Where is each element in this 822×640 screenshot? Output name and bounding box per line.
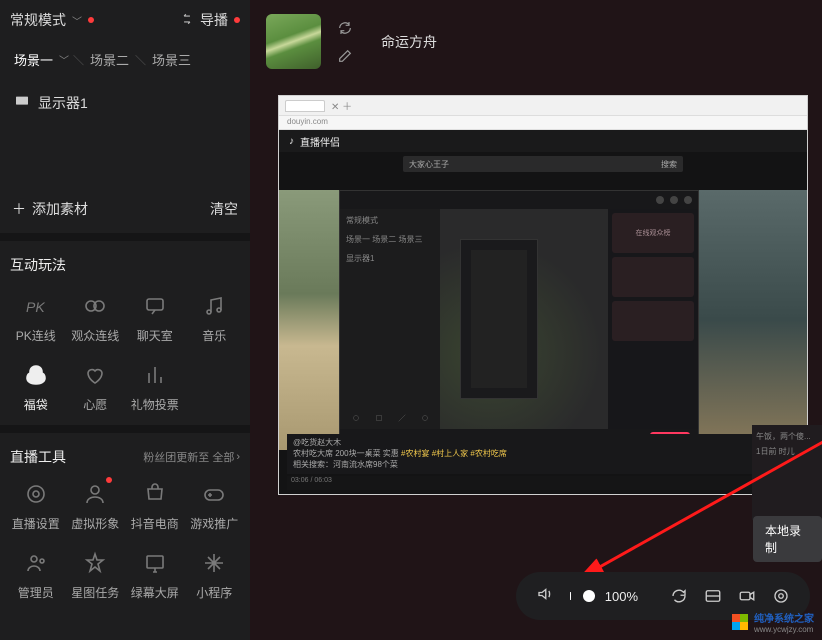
plus-icon: ＋ (12, 199, 26, 219)
nested-window: 常规模式 场景一 场景二 场景三 显示器1 在线观众榜 (339, 190, 699, 450)
search-bar: 大家心王子搜索 (403, 156, 683, 172)
svg-text:PK: PK (26, 299, 45, 315)
interactive-section-title: 互动玩法 (6, 245, 244, 283)
grid-item-gift-vote[interactable]: 礼物投票 (125, 352, 185, 421)
layout-icon[interactable] (704, 585, 722, 607)
refresh-icon[interactable] (335, 18, 355, 38)
source-label: 显示器1 (38, 93, 88, 113)
mode-selector[interactable]: 常规模式 ﹀ (10, 10, 94, 30)
grid-item-lucky-bag[interactable]: 福袋 (6, 352, 66, 421)
scene-tab-2[interactable]: 场景二 (88, 46, 131, 73)
left-sidebar: 常规模式 ﹀ 导播 场景一 ﹀ ＼ 场景二 ＼ 场景三 显示器1 ＋ 添加素材 … (0, 0, 250, 640)
grid-item-admin[interactable]: 管理员 (6, 540, 66, 609)
chevron-down-icon: ﹀ (72, 13, 82, 28)
grid-item-music[interactable]: 音乐 (185, 283, 245, 352)
source-item-monitor[interactable]: 显示器1 (12, 87, 238, 119)
target-icon[interactable] (772, 585, 790, 607)
preview-area: 命运方舟 ✕ ＋ douyin.com ♪直播伴侣 大家心王子搜索 常规模式 场… (250, 0, 822, 640)
grid-item-live-settings[interactable]: 直播设置 (6, 471, 66, 540)
source-list: 显示器1 (6, 79, 244, 119)
preview-capture: ✕ ＋ douyin.com ♪直播伴侣 大家心王子搜索 常规模式 场景一 场景… (278, 95, 808, 495)
interactive-grid: PKPK连线 观众连线 聊天室 音乐 福袋 心愿 礼物投票 (6, 283, 244, 421)
scene-tab-1[interactable]: 场景一 (12, 46, 55, 73)
scene-tabs: 场景一 ﹀ ＼ 场景二 ＼ 场景三 (6, 40, 244, 79)
chevron-right-icon: › (236, 451, 240, 463)
grid-item-star-tasks[interactable]: 星图任务 (66, 540, 126, 609)
broadcast-toggle[interactable]: 导播 (180, 10, 240, 30)
video-timeline: 03:06 / 06:03 (287, 476, 799, 490)
grid-item-ecommerce[interactable]: 抖音电商 (125, 471, 185, 540)
grid-item-virtual-avatar[interactable]: 虚拟形象 (66, 471, 126, 540)
volume-value: 100% (605, 589, 638, 604)
grid-item-game-promo[interactable]: 游戏推广 (185, 471, 245, 540)
mode-label: 常规模式 (10, 10, 66, 30)
tools-section-title: 直播工具 (10, 447, 66, 467)
volume-slider[interactable] (586, 594, 589, 598)
windows-logo-icon (732, 614, 748, 630)
tools-subtitle-link[interactable]: 粉丝团更新至 全部› (143, 449, 240, 465)
grid-item-wish[interactable]: 心愿 (66, 352, 126, 421)
swap-icon (180, 12, 194, 29)
clear-button[interactable]: 清空 (210, 199, 238, 219)
chevron-down-icon: ﹀ (59, 52, 69, 67)
add-source-button[interactable]: ＋ 添加素材 (12, 199, 88, 219)
grid-item-miniapp[interactable]: 小程序 (185, 540, 245, 609)
scene-thumbnail[interactable] (266, 14, 321, 69)
record-icon[interactable] (738, 585, 756, 607)
volume-icon[interactable] (536, 585, 554, 608)
tools-grid: 直播设置 虚拟形象 抖音电商 游戏推广 管理员 星图任务 绿幕大屏 小程序 (6, 471, 244, 609)
broadcast-label: 导播 (200, 10, 228, 30)
add-label: 添加素材 (32, 199, 88, 219)
refresh-icon[interactable] (670, 585, 688, 607)
video-info-strip: @吃货赵大木 农村吃大席 200块一桌菜 实惠 #农村宴 #村上人家 #农村吃席… (287, 434, 799, 474)
notification-dot-icon (88, 17, 94, 23)
notification-dot-icon (234, 17, 240, 23)
monitor-icon (14, 94, 30, 113)
scene-tab-3[interactable]: 场景三 (150, 46, 193, 73)
watermark: 纯净系统之家 www.ycwjzy.com (732, 610, 814, 634)
notification-dot-icon (106, 477, 112, 483)
grid-item-chatroom[interactable]: 聊天室 (125, 283, 185, 352)
record-tooltip: 本地录制 (753, 516, 822, 562)
stream-title: 命运方舟 (369, 28, 449, 56)
grid-item-greenscreen[interactable]: 绿幕大屏 (125, 540, 185, 609)
page-header: ♪直播伴侣 (279, 130, 807, 152)
side-feed-strip: 午饭，两个傻... 1日前 时儿 (752, 425, 822, 520)
grid-item-pk[interactable]: PKPK连线 (6, 283, 66, 352)
browser-tab-bar: ✕ ＋ (279, 96, 807, 116)
edit-icon[interactable] (335, 46, 355, 66)
url-bar: douyin.com (279, 116, 807, 130)
grid-item-audience-link[interactable]: 观众连线 (66, 283, 126, 352)
